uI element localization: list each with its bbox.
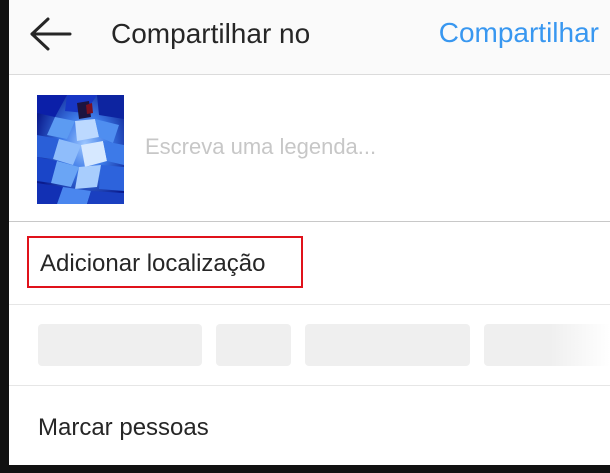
tag-people-label: Marcar pessoas [38, 414, 209, 441]
tag-people-row[interactable]: Marcar pessoas [9, 386, 610, 465]
add-location-label[interactable]: Adicionar localização [27, 236, 303, 288]
caption-section [9, 75, 610, 222]
share-button[interactable]: Compartilhar [439, 16, 599, 50]
share-screen: Compartilhar no Compartilhar Escreva uma… [0, 0, 610, 473]
location-suggestions [9, 305, 610, 386]
location-suggestion-chip[interactable] [305, 324, 470, 366]
location-suggestion-chip[interactable] [216, 324, 291, 366]
page-title: Compartilhar no [111, 18, 311, 49]
top-bar: Compartilhar no Compartilhar [9, 0, 610, 75]
add-location-row[interactable]: Adicionar localização [9, 222, 610, 305]
photo-thumbnail[interactable] [37, 95, 124, 204]
caption-input[interactable] [137, 132, 593, 162]
arrow-left-icon[interactable] [29, 16, 73, 52]
location-suggestion-chip[interactable] [38, 324, 202, 366]
scroll-fade [550, 305, 610, 385]
